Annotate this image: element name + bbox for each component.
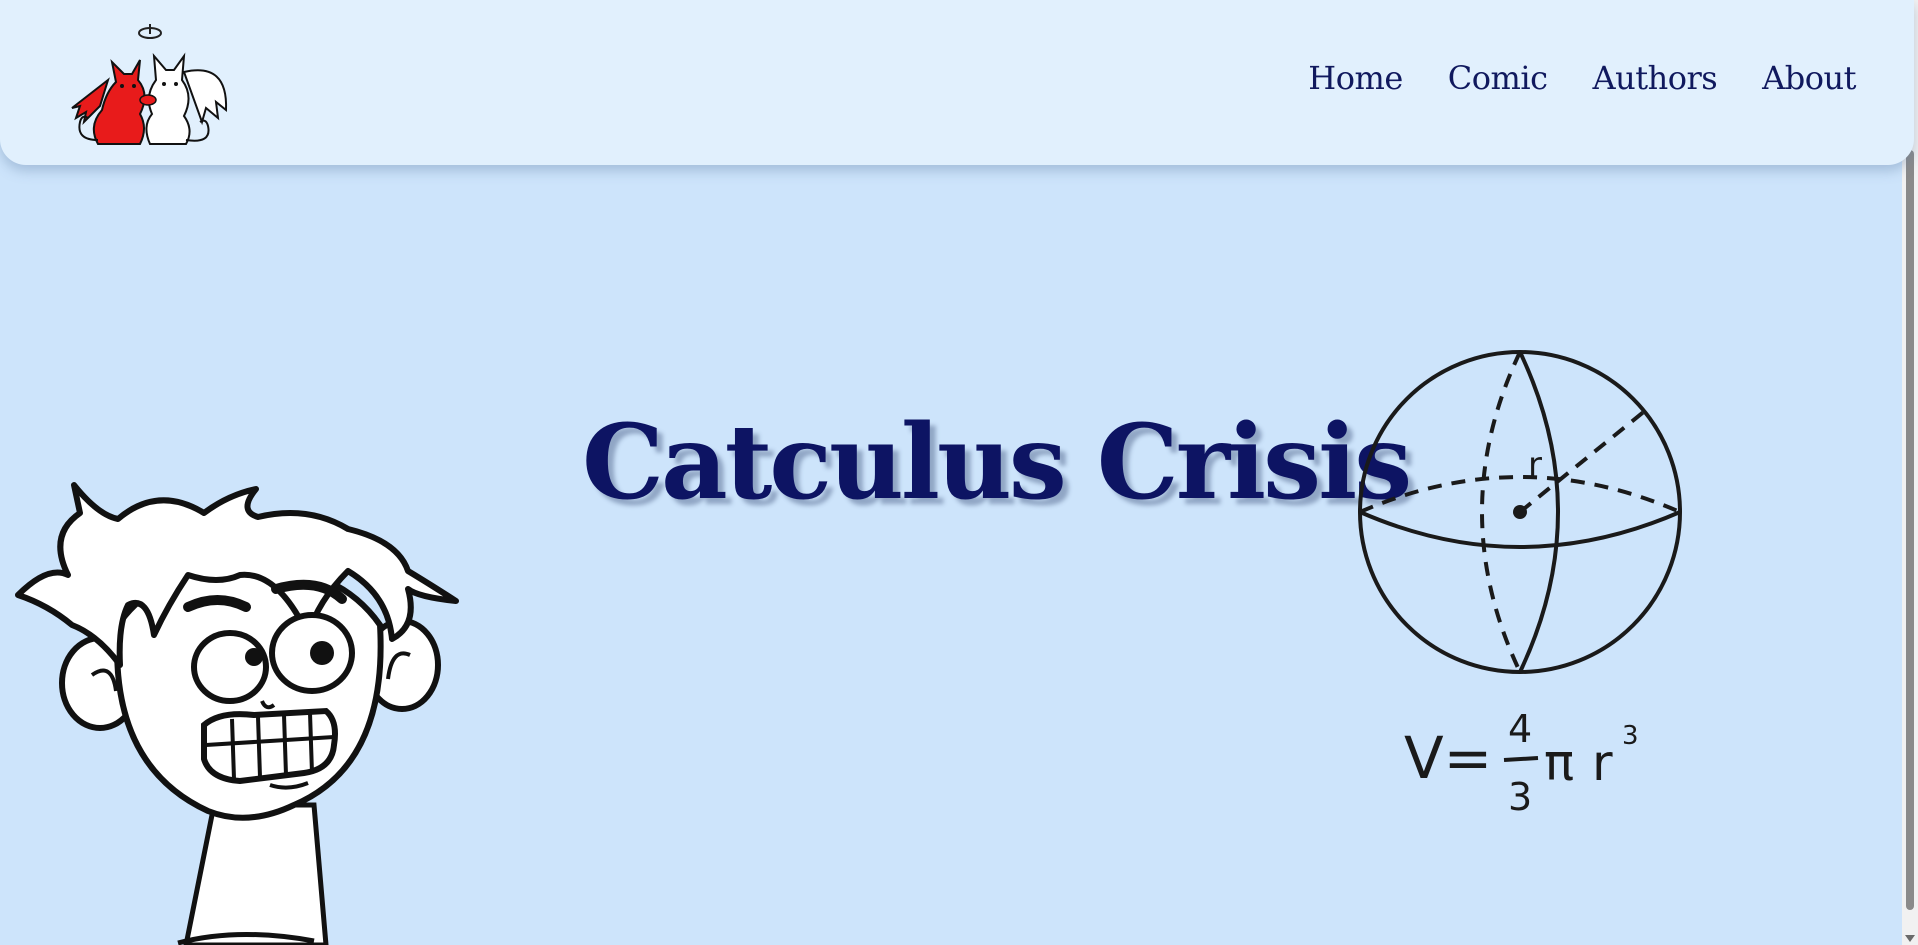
page-title: Catculus Crisis: [582, 402, 1412, 523]
page: Home Comic Authors About Catculus Crisis: [0, 0, 1918, 945]
formula-pi: π: [1544, 734, 1574, 792]
devil-and-angel-cats-logo-icon[interactable]: [66, 22, 230, 148]
nav-about-link[interactable]: About: [1762, 59, 1856, 97]
sphere-volume-formula: V= 4 3 π r 3: [1404, 707, 1639, 819]
sphere-radius-label: r: [1528, 445, 1542, 485]
main-nav: Home Comic Authors About: [1308, 59, 1856, 97]
formula-var: r: [1592, 734, 1613, 792]
sphere-radius-diagram: r: [1358, 350, 1682, 674]
scroll-down-arrow-icon[interactable]: [1905, 935, 1915, 942]
site-header: Home Comic Authors About: [0, 0, 1914, 165]
nav-comic-link[interactable]: Comic: [1448, 59, 1548, 97]
formula-numerator: 4: [1508, 707, 1532, 751]
nav-authors-link[interactable]: Authors: [1593, 59, 1718, 97]
formula-lhs: V=: [1404, 724, 1492, 792]
scrollbar-thumb[interactable]: [1906, 150, 1914, 910]
formula-denominator: 3: [1508, 775, 1532, 819]
formula-exponent: 3: [1622, 721, 1639, 751]
nav-home-link[interactable]: Home: [1308, 59, 1403, 97]
nervous-boy-illustration: [15, 482, 459, 945]
